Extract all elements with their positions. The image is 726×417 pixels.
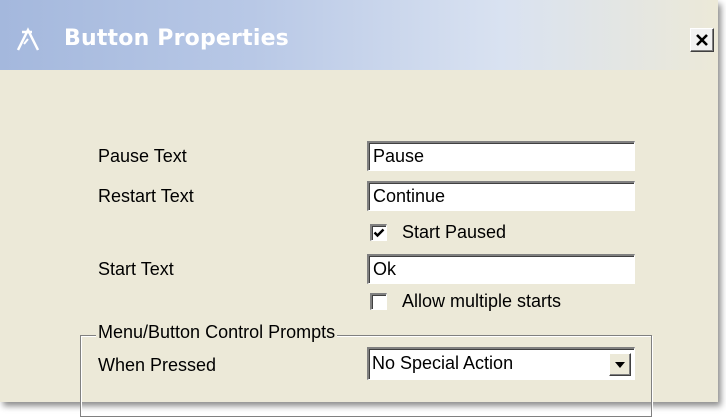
- when-pressed-value: No Special Action: [372, 353, 514, 373]
- start-text-input[interactable]: [367, 254, 635, 284]
- close-button[interactable]: [690, 28, 714, 52]
- start-paused-checkbox[interactable]: [370, 224, 387, 241]
- control-prompts-group-title: Menu/Button Control Prompts: [96, 322, 338, 343]
- start-paused-option[interactable]: Start Paused: [370, 222, 506, 243]
- start-paused-label: Start Paused: [402, 222, 507, 242]
- dropdown-button[interactable]: [609, 353, 631, 376]
- pause-text-input[interactable]: [367, 141, 635, 171]
- chevron-down-icon: [615, 362, 625, 368]
- restart-text-input[interactable]: [367, 181, 635, 211]
- button-properties-dialog: Button Properties Pause Text Restart Tex…: [0, 0, 718, 417]
- start-text-label: Start Text: [98, 259, 174, 279]
- app-triangle-icon: [16, 26, 42, 52]
- allow-multiple-starts-option[interactable]: Allow multiple starts: [370, 291, 561, 312]
- when-pressed-select[interactable]: No Special Action: [367, 347, 635, 380]
- allow-multiple-starts-checkbox[interactable]: [370, 293, 387, 310]
- close-icon: [696, 34, 708, 46]
- restart-text-label: Restart Text: [98, 186, 194, 206]
- window-title: Button Properties: [64, 26, 289, 51]
- checkmark-icon: [373, 228, 385, 238]
- pause-text-label: Pause Text: [98, 146, 187, 166]
- allow-multiple-starts-label: Allow multiple starts: [402, 291, 562, 311]
- title-bar[interactable]: Button Properties: [0, 0, 718, 70]
- when-pressed-label: When Pressed: [98, 355, 217, 375]
